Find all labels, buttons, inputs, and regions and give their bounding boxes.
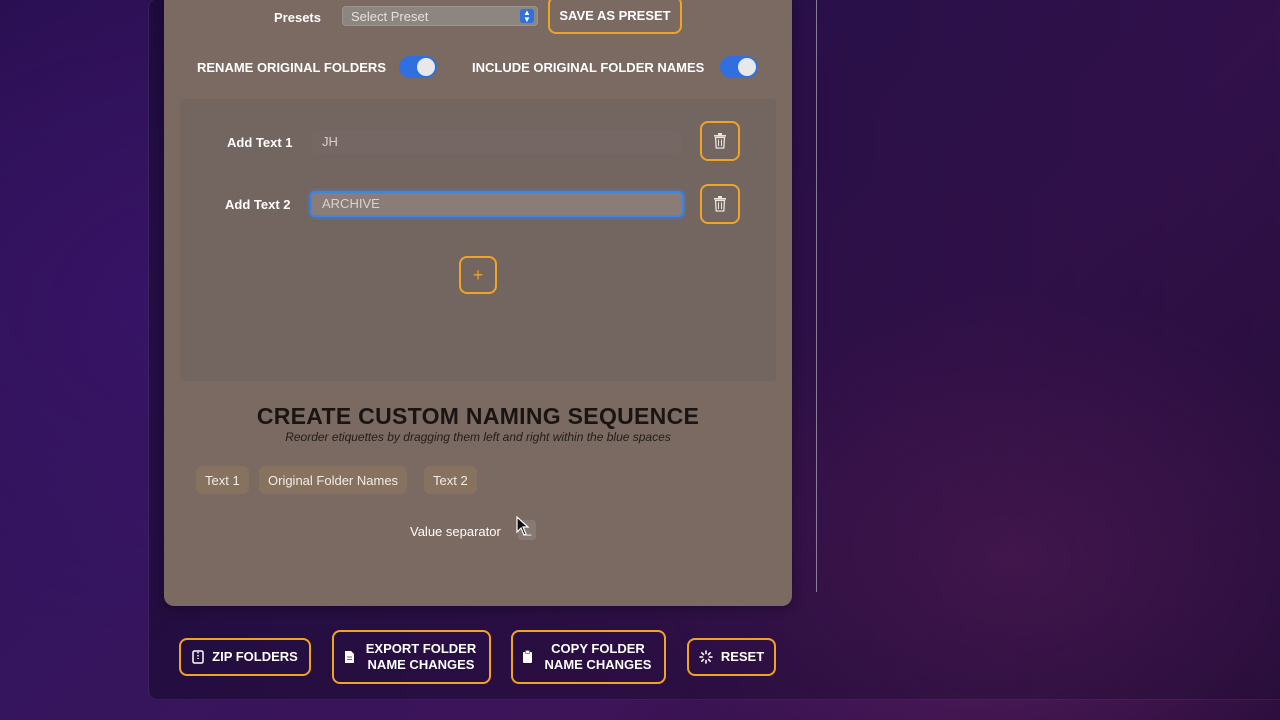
delete-text-1-button[interactable] [700,121,740,161]
zip-folders-label: ZIP FOLDERS [212,649,298,664]
export-folder-name-changes-button[interactable]: EXPORT FOLDER NAME CHANGES [332,630,491,684]
add-text-1-label: Add Text 1 [227,135,293,150]
preset-select-value: Select Preset [351,9,429,24]
trash-icon [714,133,726,149]
select-chevrons-icon: ▲ ▼ [520,9,534,24]
trash-icon [714,196,726,212]
presets-label: Presets [274,10,321,25]
sequence-chip-original-folder-names[interactable]: Original Folder Names [259,466,408,494]
value-separator-label: Value separator [410,524,501,539]
add-text-1-input[interactable]: JH [312,130,682,154]
rename-original-folders-label: RENAME ORIGINAL FOLDERS [197,60,386,75]
toggle-knob [417,58,435,76]
copy-folder-name-changes-label: COPY FOLDER NAME CHANGES [544,641,652,672]
sequence-chip-text-1[interactable]: Text 1 [196,466,249,494]
rename-original-folders-toggle[interactable] [399,56,437,78]
add-text-field-button[interactable]: + [459,256,497,294]
pane-divider[interactable] [816,0,817,592]
add-text-2-input[interactable]: ARCHIVE [310,191,684,217]
zip-file-icon [192,650,204,664]
preset-select[interactable]: Select Preset ▲ ▼ [342,6,538,26]
spinner-icon [699,650,713,664]
add-text-2-label: Add Text 2 [225,197,291,212]
document-icon [344,650,355,664]
save-as-preset-button[interactable]: SAVE AS PRESET [548,0,682,34]
delete-text-2-button[interactable] [700,184,740,224]
copy-folder-name-changes-button[interactable]: COPY FOLDER NAME CHANGES [511,630,666,684]
sequence-chip-text-2[interactable]: Text 2 [424,466,477,494]
reset-button[interactable]: RESET [687,638,776,676]
zip-folders-button[interactable]: ZIP FOLDERS [179,638,311,676]
reset-label: RESET [720,649,765,664]
export-folder-name-changes-label: EXPORT FOLDER NAME CHANGES [365,641,477,672]
sequence-title: CREATE CUSTOM NAMING SEQUENCE [256,403,700,429]
include-original-folder-names-label: INCLUDE ORIGINAL FOLDER NAMES [472,60,705,75]
clipboard-icon [522,650,533,664]
mouse-pointer-icon [516,516,530,536]
sequence-subtitle: Reorder etiquettes by dragging them left… [285,430,671,444]
toggle-knob [738,58,756,76]
include-original-folder-names-toggle[interactable] [720,56,758,78]
